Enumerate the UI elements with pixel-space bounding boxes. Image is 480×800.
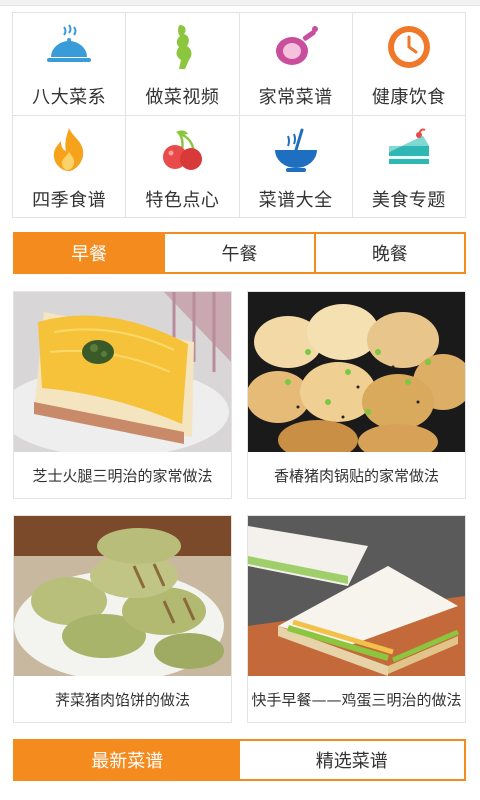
clock-icon (387, 26, 430, 68)
category-cooking-video[interactable]: 做菜视频 (126, 13, 240, 116)
tab-breakfast[interactable]: 早餐 (15, 234, 164, 272)
category-label: 八大菜系 (32, 87, 107, 108)
recipe-title: 快手早餐——鸡蛋三明治的做法 (251, 690, 462, 709)
tab-dinner[interactable]: 晚餐 (313, 234, 464, 272)
tab-lunch[interactable]: 午餐 (163, 234, 314, 272)
category-eight-cuisines[interactable]: 八大菜系 (13, 13, 127, 116)
recipe-card[interactable]: 芝士火腿三明治的家常做法 (13, 291, 232, 499)
ham-icon (275, 26, 318, 65)
recipe-card[interactable]: 荠菜猪肉馅饼的做法 (13, 515, 232, 723)
category-healthy-diet[interactable]: 健康饮食 (352, 13, 466, 116)
category-label: 家常菜谱 (258, 87, 333, 108)
tab-featured-recipes[interactable]: 精选菜谱 (239, 741, 464, 779)
recipe-card[interactable]: 快手早餐——鸡蛋三明治的做法 (247, 515, 466, 723)
cloche-icon (47, 24, 92, 62)
recipe-image (14, 292, 231, 452)
category-recipe-collection[interactable]: 菜谱大全 (239, 115, 353, 218)
category-home-recipes[interactable]: 家常菜谱 (239, 13, 353, 116)
figure-icon (176, 25, 192, 69)
category-label: 菜谱大全 (258, 189, 333, 211)
meal-tabs: 早餐 午餐 晚餐 (13, 232, 466, 274)
category-label: 做菜视频 (145, 87, 220, 108)
category-label: 健康饮食 (371, 87, 446, 108)
category-seasonal[interactable]: 四季食谱 (13, 115, 127, 218)
recipe-title: 荠菜猪肉馅饼的做法 (54, 690, 190, 709)
recipe-image (248, 292, 465, 452)
recipe-title: 芝士火腿三明治的家常做法 (32, 466, 213, 485)
bowl-icon (274, 128, 317, 172)
category-label: 美食专题 (371, 189, 446, 211)
cherry-icon (163, 129, 203, 170)
category-food-topics[interactable]: 美食专题 (352, 115, 466, 218)
recipe-title: 香椿猪肉锅贴的家常做法 (273, 466, 439, 485)
category-snacks[interactable]: 特色点心 (126, 115, 240, 218)
category-grid: 八大菜系 做菜视频 家常菜谱 健康饮食 四季食谱 特色点心 菜谱大全 美食专题 (12, 12, 466, 218)
status-strip (0, 0, 480, 6)
recipe-image (248, 516, 465, 676)
recipe-image (14, 516, 231, 676)
category-label: 特色点心 (145, 189, 220, 211)
tab-latest-recipes[interactable]: 最新菜谱 (15, 741, 240, 779)
recipe-card[interactable]: 香椿猪肉锅贴的家常做法 (247, 291, 466, 499)
category-label: 四季食谱 (32, 189, 107, 211)
flame-icon (53, 127, 84, 171)
cake-icon (388, 128, 429, 164)
bottom-tabs: 最新菜谱 精选菜谱 (13, 739, 466, 781)
